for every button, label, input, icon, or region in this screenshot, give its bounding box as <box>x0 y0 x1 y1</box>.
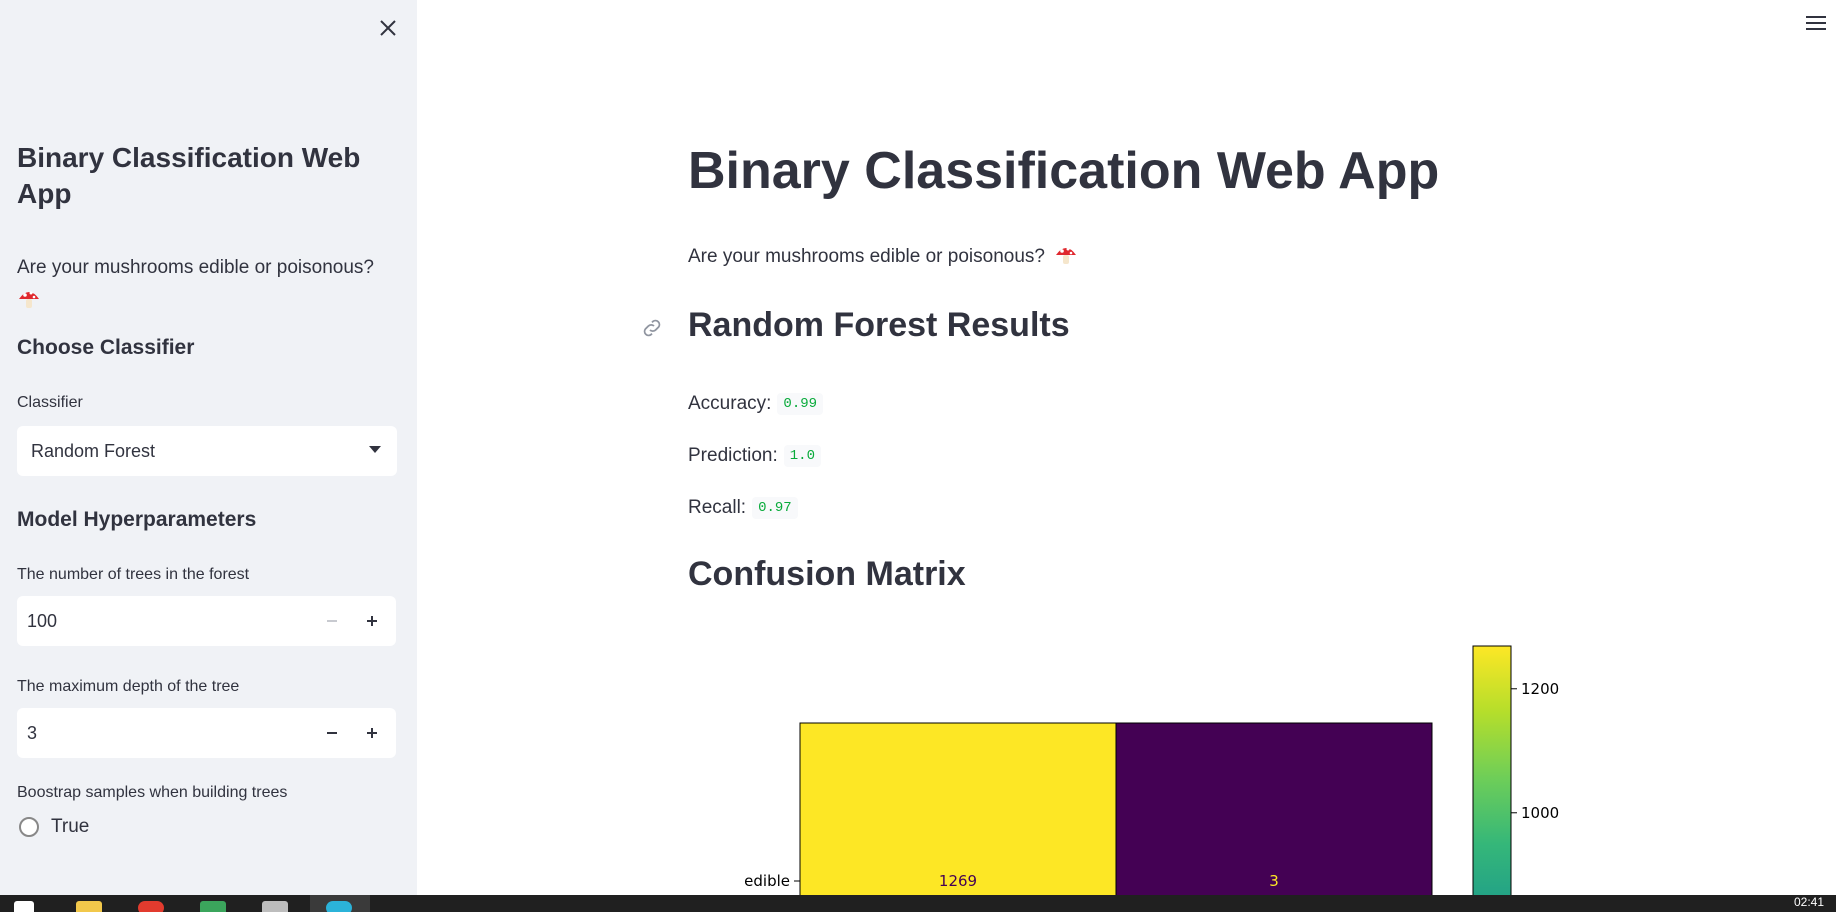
bootstrap-radio-true[interactable]: True <box>17 816 397 838</box>
n-trees-label: The number of trees in the forest <box>17 566 250 583</box>
n-trees-input[interactable] <box>17 610 317 632</box>
mushroom-icon <box>19 291 39 308</box>
app-icon[interactable] <box>262 901 288 912</box>
radio-circle[interactable] <box>19 817 39 837</box>
plus-icon <box>367 728 377 738</box>
heatmap-cell <box>1115 722 1433 895</box>
sidebar: Binary Classification Web App Are your m… <box>0 0 417 895</box>
link-icon <box>643 319 661 337</box>
app-icon[interactable] <box>326 901 352 912</box>
taskbar: 02:41 <box>0 895 1836 912</box>
cell-value-label: 1269 <box>939 872 977 890</box>
classifier-select[interactable]: Random Forest <box>17 426 397 476</box>
max-depth-increment-button[interactable] <box>352 708 392 758</box>
sidebar-subtitle: Are your mushrooms edible or poisonous? <box>17 252 397 314</box>
chevron-down-icon <box>369 446 381 453</box>
browser-icon[interactable] <box>138 901 164 912</box>
close-icon <box>380 20 396 36</box>
hamburger-icon-line <box>1806 16 1826 18</box>
classifier-selected-value: Random Forest <box>31 440 156 461</box>
heatmap-cell <box>799 722 1117 895</box>
bootstrap-true-label: True <box>51 816 90 837</box>
precision-label: Prediction: <box>688 445 778 466</box>
n-trees-stepper <box>17 596 396 646</box>
mushroom-icon <box>1056 247 1077 264</box>
hamburger-icon-line <box>1806 28 1826 30</box>
folder-icon[interactable] <box>76 901 102 912</box>
cell-value-label: 3 <box>1269 872 1279 890</box>
start-icon[interactable] <box>14 901 34 912</box>
colorbar <box>1472 645 1512 895</box>
recall-value: 0.97 <box>752 497 798 519</box>
y-tick-label: edible <box>744 872 790 890</box>
app-icon[interactable] <box>200 901 226 912</box>
n-trees-decrement-button[interactable] <box>312 596 352 646</box>
plus-icon <box>367 616 377 626</box>
sidebar-content: Binary Classification Web App Are your m… <box>17 140 397 838</box>
max-depth-decrement-button[interactable] <box>312 708 352 758</box>
minus-icon <box>327 732 337 734</box>
hamburger-icon-line <box>1806 22 1826 24</box>
results-heading: Random Forest Results <box>688 306 1070 344</box>
hyperparameters-heading: Model Hyperparameters <box>17 508 257 531</box>
accuracy-metric: Accuracy: 0.99 <box>688 393 824 415</box>
max-depth-label: The maximum depth of the tree <box>17 678 240 695</box>
sidebar-subtitle-text: Are your mushrooms edible or poisonous? <box>17 257 374 278</box>
anchor-link-button[interactable] <box>640 316 666 342</box>
recall-label: Recall: <box>688 497 747 518</box>
n-trees-increment-button[interactable] <box>352 596 392 646</box>
page-subtitle-text: Are your mushrooms edible or poisonous? <box>688 246 1045 267</box>
choose-classifier-heading: Choose Classifier <box>17 336 195 359</box>
precision-metric: Prediction: 1.0 <box>688 445 821 467</box>
bootstrap-label: Boostrap samples when building trees <box>17 784 288 801</box>
sidebar-title: Binary Classification Web App <box>17 142 361 209</box>
minus-icon <box>327 620 337 622</box>
page-title: Binary Classification Web App <box>688 142 1440 200</box>
accuracy-value: 0.99 <box>777 393 824 415</box>
max-depth-input[interactable] <box>17 722 317 744</box>
page-subtitle: Are your mushrooms edible or poisonous? <box>688 246 1078 268</box>
precision-value: 1.0 <box>783 445 821 467</box>
colorbar-tick-label: 1200 <box>1521 680 1559 698</box>
clock-text: 02:41 <box>1793 895 1824 909</box>
accuracy-label: Accuracy: <box>688 393 772 414</box>
recall-metric: Recall: 0.97 <box>688 497 798 519</box>
max-depth-stepper <box>17 708 396 758</box>
colorbar-tick-label: 1000 <box>1521 804 1559 822</box>
confusion-matrix-svg: 1269 3 edible 1200 1000 <box>744 645 1559 895</box>
classifier-label: Classifier <box>17 394 83 411</box>
close-sidebar-button[interactable] <box>374 14 402 42</box>
confusion-matrix-chart: 1269 3 edible 1200 1000 <box>700 640 1600 895</box>
confusion-matrix-heading: Confusion Matrix <box>688 555 966 593</box>
main-menu-button[interactable] <box>1806 16 1826 34</box>
